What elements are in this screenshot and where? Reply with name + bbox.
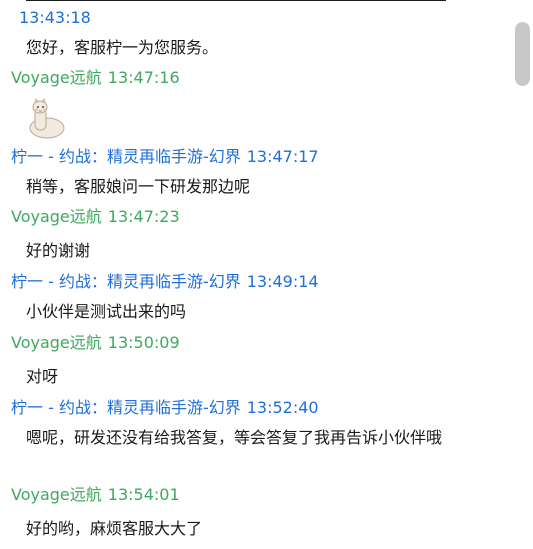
chat-message: 13:43:18 您好，客服柠一为您服务。 (0, 8, 510, 60)
message-time: 13:47:23 (107, 207, 180, 226)
message-text: 嗯呢，研发还没有给我答复，等会答复了我再告诉小伙伴哦 (26, 428, 443, 447)
message-text: 好的哟，麻烦客服大大了 (26, 519, 203, 538)
message-text: 您好，客服柠一为您服务。 (26, 38, 219, 57)
message-header: 柠一 - 约战：精灵再临手游-幻界 13:49:14 (0, 272, 510, 292)
message-sender: Voyage远航 (11, 333, 102, 352)
alpaca-sticker-icon[interactable] (26, 98, 68, 140)
message-header: 13:43:18 (0, 8, 510, 28)
message-header: Voyage远航 13:54:01 (0, 485, 510, 505)
message-time: 13:47:16 (107, 68, 180, 87)
message-sender: 柠一 - 约战：精灵再临手游-幻界 (11, 147, 241, 166)
message-header: Voyage远航 13:50:09 (0, 333, 510, 353)
message-header: Voyage远航 13:47:23 (0, 207, 510, 227)
message-time: 13:49:14 (246, 272, 319, 291)
message-text: 好的谢谢 (26, 241, 91, 260)
chat-message: 柠一 - 约战：精灵再临手游-幻界 13:49:14 小伙伴是测试出来的吗 (0, 272, 510, 324)
chat-message: 柠一 - 约战：精灵再临手游-幻界 13:47:17 稍等，客服娘问一下研发那边呢 (0, 147, 510, 199)
message-header: 柠一 - 约战：精灵再临手游-幻界 13:47:17 (0, 147, 510, 167)
message-time: 13:54:01 (107, 485, 180, 504)
message-time: 13:52:40 (246, 398, 319, 417)
message-sender: Voyage远航 (11, 207, 102, 226)
message-sender: 柠一 - 约战：精灵再临手游-幻界 (11, 272, 241, 291)
message-header: Voyage远航 13:47:16 (0, 68, 510, 88)
message-sender: Voyage远航 (11, 485, 102, 504)
message-sender: Voyage远航 (11, 68, 102, 87)
divider (26, 0, 446, 1)
message-time: 13:47:17 (246, 147, 319, 166)
message-time: 13:50:09 (107, 333, 180, 352)
chat-message: Voyage远航 13:50:09 对呀 (0, 333, 510, 389)
scrollbar-thumb[interactable] (515, 22, 530, 86)
chat-message: Voyage远航 13:47:23 好的谢谢 (0, 207, 510, 263)
chat-history[interactable]: 13:43:18 您好，客服柠一为您服务。 Voyage远航 13:47:16 柠… (0, 0, 512, 549)
chat-message: 柠一 - 约战：精灵再临手游-幻界 13:52:40 嗯呢，研发还没有给我答复，等… (0, 398, 510, 450)
chat-message: Voyage远航 13:47:16 (0, 68, 510, 88)
message-time: 13:43:18 (19, 8, 91, 27)
message-sender: 柠一 - 约战：精灵再临手游-幻界 (11, 398, 241, 417)
message-header: 柠一 - 约战：精灵再临手游-幻界 13:52:40 (0, 398, 510, 418)
vertical-scrollbar[interactable] (512, 0, 533, 549)
chat-message: Voyage远航 13:54:01 好的哟，麻烦客服大大了 (0, 485, 510, 541)
message-text: 小伙伴是测试出来的吗 (26, 302, 187, 321)
message-text: 对呀 (26, 367, 59, 386)
message-text: 稍等，客服娘问一下研发那边呢 (26, 177, 251, 196)
